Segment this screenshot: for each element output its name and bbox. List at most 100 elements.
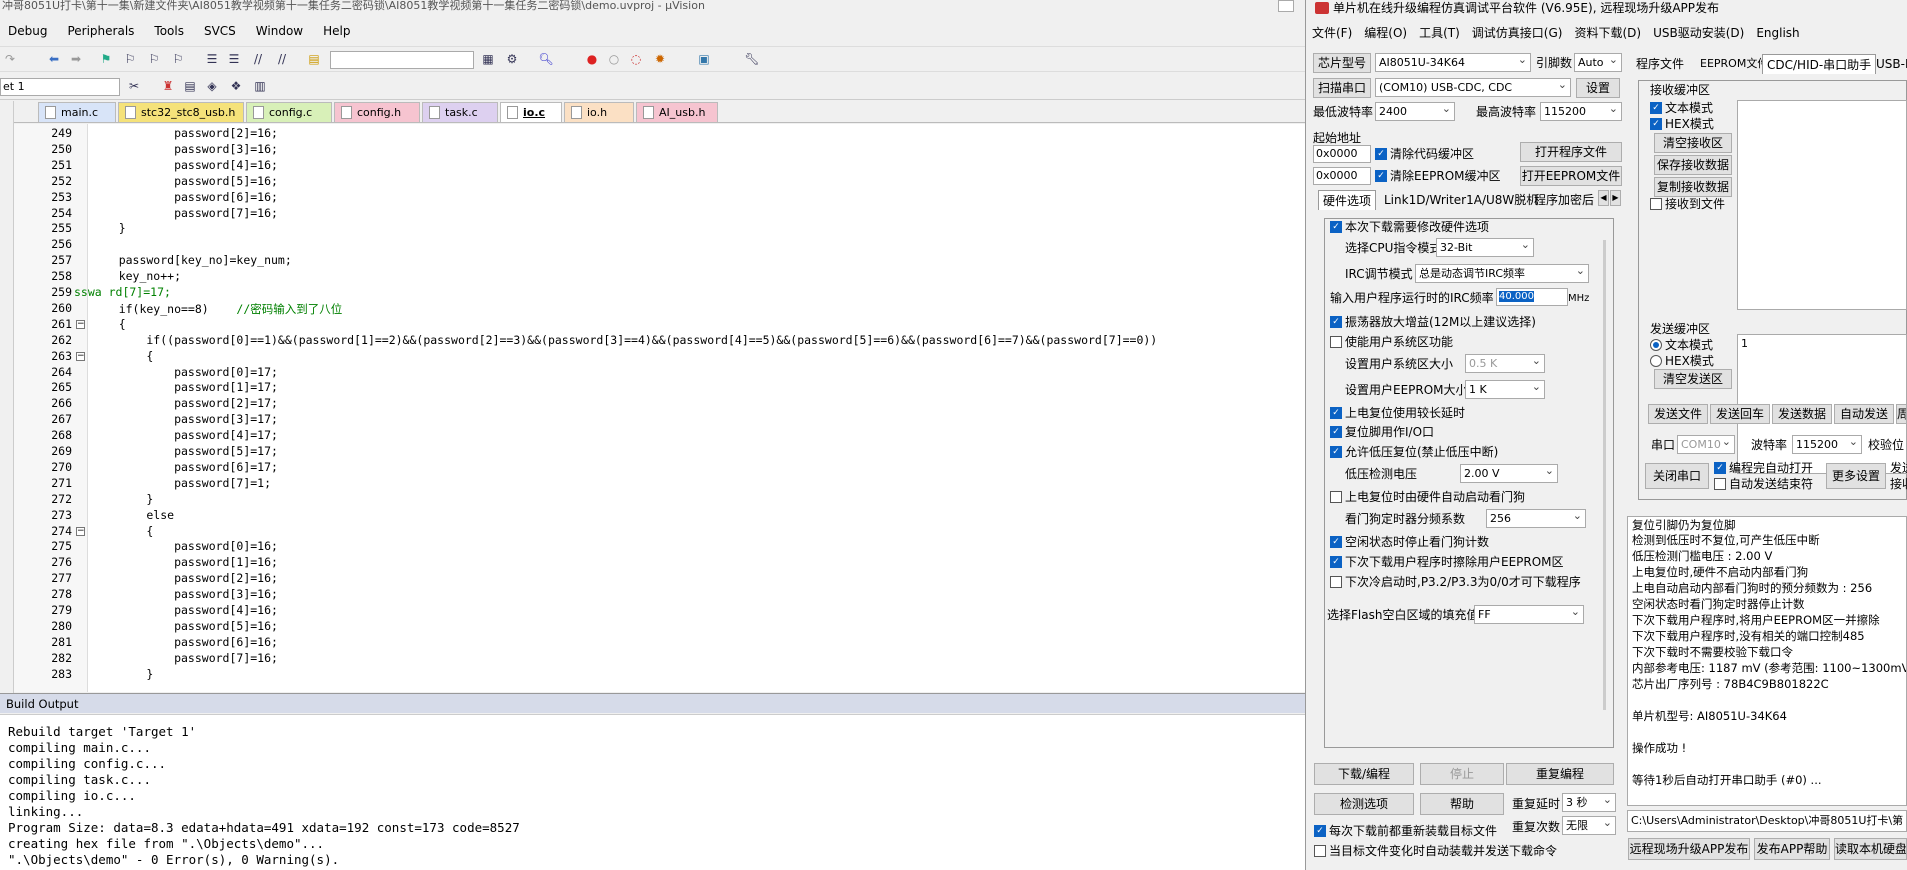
tab-io-h[interactable]: io.h [564,102,634,122]
serial-port-select[interactable]: COM10 [1677,435,1735,454]
save-recv-button[interactable]: 保存接收数据 [1654,155,1732,175]
kill-breakpoints-icon[interactable]: ◌ [628,51,644,67]
zoom-icon[interactable]: 🔍︎ [538,51,554,67]
send-text-mode-radio[interactable]: 文本模式 [1650,337,1713,353]
nav-back-icon[interactable]: ⬅ [46,51,62,67]
bookmark-icon[interactable]: ⚑ [98,51,114,67]
more-settings-button[interactable]: 更多设置 [1826,463,1886,489]
send-enter-button[interactable]: 发送回车 [1710,404,1770,424]
tab-config-h[interactable]: config.h [334,102,420,122]
chip-model-button[interactable]: 芯片型号 [1313,53,1371,73]
clear-send-button[interactable]: 清空发送区 [1654,369,1732,389]
check-options-button[interactable]: 检测选项 [1314,793,1414,815]
next-bookmark-icon[interactable]: ⚐ [146,51,162,67]
lvd-reset-checkbox[interactable]: ✓ 允许低压复位(禁止低压中断) [1330,444,1498,460]
configure-icon[interactable]: 🔧︎ [744,51,760,67]
clear-eeprom-buffer-checkbox[interactable]: ✓ 清除EEPROM缓冲区 [1375,168,1501,184]
select-packs-icon[interactable]: ◈ [204,78,220,94]
minimize-button[interactable] [1278,0,1294,12]
idle-wdt-checkbox[interactable]: ✓ 空闲状态时停止看门狗计数 [1330,534,1489,550]
max-baud-select[interactable]: 115200 [1540,102,1622,121]
tab-usb-hid[interactable]: USB-H [1872,54,1907,74]
hw-wdt-checkbox[interactable]: 上电复位时由硬件自动启动看门狗 [1330,489,1525,505]
menu-svcs[interactable]: SVCS [196,18,244,44]
wdt-div-select[interactable]: 256 [1486,509,1586,528]
auto-load-on-change-checkbox[interactable]: 当目标文件变化时自动装载并发送下载命令 [1314,843,1557,859]
irc-mode-select[interactable]: 总是动态调节IRC频率 [1415,264,1589,283]
cpu-mode-select[interactable]: 32-Bit [1436,238,1534,257]
recv-text-mode-checkbox[interactable]: ✓ 文本模式 [1650,100,1713,116]
copy-recv-button[interactable]: 复制接收数据 [1654,177,1732,197]
menu-peripherals[interactable]: Peripherals [59,18,142,44]
tab-task-c[interactable]: task.c [422,102,498,122]
p32-p33-checkbox[interactable]: 下次冷启动时,P3.2/P3.3为0/0才可下载程序 [1330,574,1581,590]
prev-bookmark-icon[interactable]: ⚐ [122,51,138,67]
reprogram-button[interactable]: 重复编程 [1506,763,1614,785]
incremental-find-icon[interactable]: ▦ [480,51,496,67]
uncomment-icon[interactable]: // [274,51,290,67]
stc-menu-tools[interactable]: 工具(T) [1413,22,1466,44]
fold-toggle-icon[interactable]: − [76,351,85,361]
auto-send-end-checkbox[interactable]: 自动发送结束符 [1714,476,1813,492]
comment-icon[interactable]: // [250,51,266,67]
min-baud-select[interactable]: 2400 [1375,102,1455,121]
auto-send-button[interactable]: 自动发送 [1834,404,1894,424]
tab-serial-assistant[interactable]: CDC/HID-串口助手 [1762,54,1877,74]
osc-gain-checkbox[interactable]: ✓ 振荡器放大增益(12M以上建议选择) [1330,314,1536,330]
disable-breakpoint-icon[interactable]: ○ [606,51,622,67]
menu-help[interactable]: Help [315,18,358,44]
tab-left-arrow-icon[interactable]: ◀ [1598,190,1609,206]
clear-code-buffer-checkbox[interactable]: ✓ 清除代码缓冲区 [1375,146,1474,162]
chip-model-select[interactable]: AI8051U-34K64 [1375,53,1531,72]
hw-scrollbar[interactable] [1603,240,1606,710]
download-program-button[interactable]: 下载/编程 [1314,763,1414,785]
build-output-panel[interactable]: Rebuild target 'Target 1' compiling main… [0,714,1305,870]
find-combo[interactable] [330,51,474,69]
stc-menu-debug[interactable]: 调试仿真接口(G) [1466,22,1569,44]
close-port-button[interactable]: 关闭串口 [1645,463,1709,489]
tab-offline-writer[interactable]: Link1D/Writer1A/U8W脱机 [1380,190,1542,210]
tab-eeprom-file[interactable]: EEPROM文件 [1696,54,1772,74]
breakpoint-icon[interactable]: ● [584,51,600,67]
tab-stc32-usb-h[interactable]: stc32_stc8_usb.h [118,102,244,122]
unindent-icon[interactable]: ☰ [226,51,242,67]
fold-toggle-icon[interactable]: − [76,319,85,329]
tab-io-c[interactable]: io.c [500,102,562,122]
auto-open-checkbox[interactable]: ✓ 编程完自动打开 [1714,460,1813,476]
open-eeprom-file-button[interactable]: 打开EEPROM文件 [1520,166,1622,186]
stc-menu-usb-driver[interactable]: USB驱动安装(D) [1647,22,1750,44]
stc-menu-download[interactable]: 资料下载(D) [1568,22,1647,44]
eeprom-start-address[interactable]: 0x0000 [1313,167,1371,185]
user-sys-area-checkbox[interactable]: 使能用户系统区功能 [1330,334,1453,350]
change-hw-checkbox[interactable]: ✓ 本次下载需要修改硬件选项 [1330,219,1489,235]
runtime-env-icon[interactable]: ▥ [252,78,268,94]
send-file-button[interactable]: 发送文件 [1648,404,1708,424]
fold-toggle-icon[interactable]: − [76,526,85,536]
manage-project-icon[interactable]: ♜ [160,78,176,94]
code-start-address[interactable]: 0x0000 [1313,145,1371,163]
tab-config-c[interactable]: config.c [246,102,332,122]
repeat-count-select[interactable]: 无限 [1562,816,1616,835]
send-hex-mode-radio[interactable]: HEX模式 [1650,353,1714,369]
find-in-files-icon[interactable]: ▤ [306,51,322,67]
repeat-delay-select[interactable]: 3 秒 [1562,793,1616,812]
long-reset-checkbox[interactable]: ✓ 上电复位使用较长延时 [1330,405,1465,421]
target-options-icon[interactable]: ✂ [126,78,142,94]
clear-recv-button[interactable]: 清空接收区 [1654,133,1732,153]
indent-icon[interactable]: ☰ [204,51,220,67]
status-log[interactable]: 复位引脚仍为复位脚 检测到低压时不复位,可产生低压中断 低压检测门槛电压 : 2… [1627,516,1907,806]
help-button[interactable]: 帮助 [1420,793,1504,815]
pack-installer-icon[interactable]: ❖ [228,78,244,94]
file-path-field[interactable]: C:\Users\Administrator\Desktop\冲哥8051U打卡… [1627,810,1907,832]
menu-debug[interactable]: Debug [0,18,55,44]
stc-menu-file[interactable]: 文件(F) [1306,22,1358,44]
baud-select[interactable]: 115200 [1792,435,1862,454]
reload-target-checkbox[interactable]: ✓ 每次下载前都重新装载目标文件 [1314,823,1497,839]
remote-upgrade-button[interactable]: 远程现场升级APP发布 [1628,838,1750,860]
pins-select[interactable]: Auto [1574,53,1622,72]
period-button[interactable]: 周期 [1896,404,1907,424]
publish-app-help-button[interactable]: 发布APP帮助 [1754,838,1830,860]
menu-tools[interactable]: Tools [146,18,192,44]
disable-all-breakpoints-icon[interactable]: ✹ [652,51,668,67]
tab-program-file[interactable]: 程序文件 [1632,54,1688,74]
